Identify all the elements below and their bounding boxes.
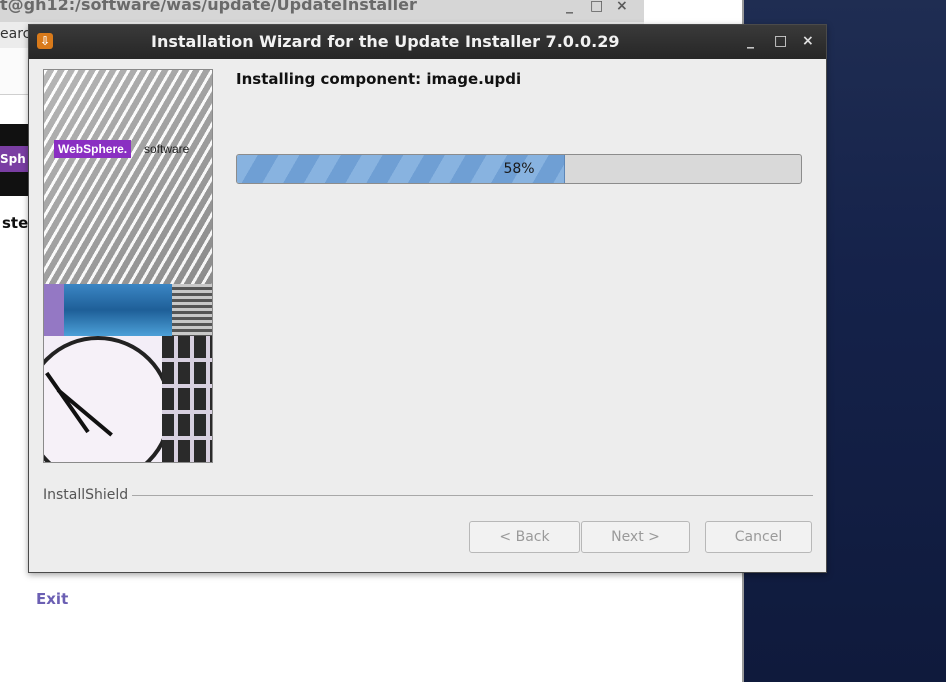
clock-graphic [44, 336, 212, 462]
search-menu-fragment[interactable]: earc [0, 26, 30, 42]
background-toolbar [0, 48, 30, 95]
next-button[interactable]: Next > [581, 521, 690, 553]
staircase-graphic [44, 70, 212, 284]
websphere-side-image: WebSphere. software [43, 69, 213, 463]
clock-icon [44, 336, 172, 462]
clock-hour-hand [45, 371, 90, 434]
software-label: software [144, 142, 190, 156]
installation-progress-bar: 58% [236, 154, 802, 184]
minimize-icon[interactable]: _ [566, 0, 573, 15]
progress-percent: 58% [503, 161, 535, 177]
minimize-icon[interactable]: _ [747, 33, 754, 49]
building-graphic [162, 336, 212, 462]
maximize-icon[interactable]: □ [774, 33, 787, 49]
purple-stripe [44, 284, 64, 336]
dialog-title: Installation Wizard for the Update Insta… [151, 32, 620, 51]
installshield-label: InstallShield [43, 487, 133, 503]
water-graphic [44, 284, 212, 336]
websphere-logo: WebSphere. software [44, 138, 212, 162]
installation-status: Installing component: image.updi [236, 70, 522, 88]
step-heading-fragment: ste [2, 214, 29, 232]
websphere-brand: WebSphere. [54, 140, 132, 158]
installer-icon: ⇩ [37, 33, 53, 49]
background-window-titlebar[interactable]: t@gh12:/software/was/update/UpdateInstal… [0, 0, 644, 22]
websphere-banner-fragment: Sph [0, 146, 30, 172]
maximize-icon[interactable]: □ [590, 0, 603, 15]
close-icon[interactable]: × [616, 0, 628, 15]
cancel-button[interactable]: Cancel [705, 521, 812, 553]
building-stripe [172, 284, 212, 336]
back-button[interactable]: < Back [469, 521, 580, 553]
close-icon[interactable]: × [802, 33, 814, 49]
installation-wizard-dialog: ⇩ Installation Wizard for the Update Ins… [28, 24, 827, 573]
installshield-separator: InstallShield [43, 487, 813, 503]
separator-line [43, 495, 813, 496]
exit-link[interactable]: Exit [36, 590, 68, 608]
background-window-title: t@gh12:/software/was/update/UpdateInstal… [0, 0, 417, 14]
background-banner: Sph [0, 124, 30, 196]
dialog-titlebar[interactable]: ⇩ Installation Wizard for the Update Ins… [29, 25, 826, 59]
